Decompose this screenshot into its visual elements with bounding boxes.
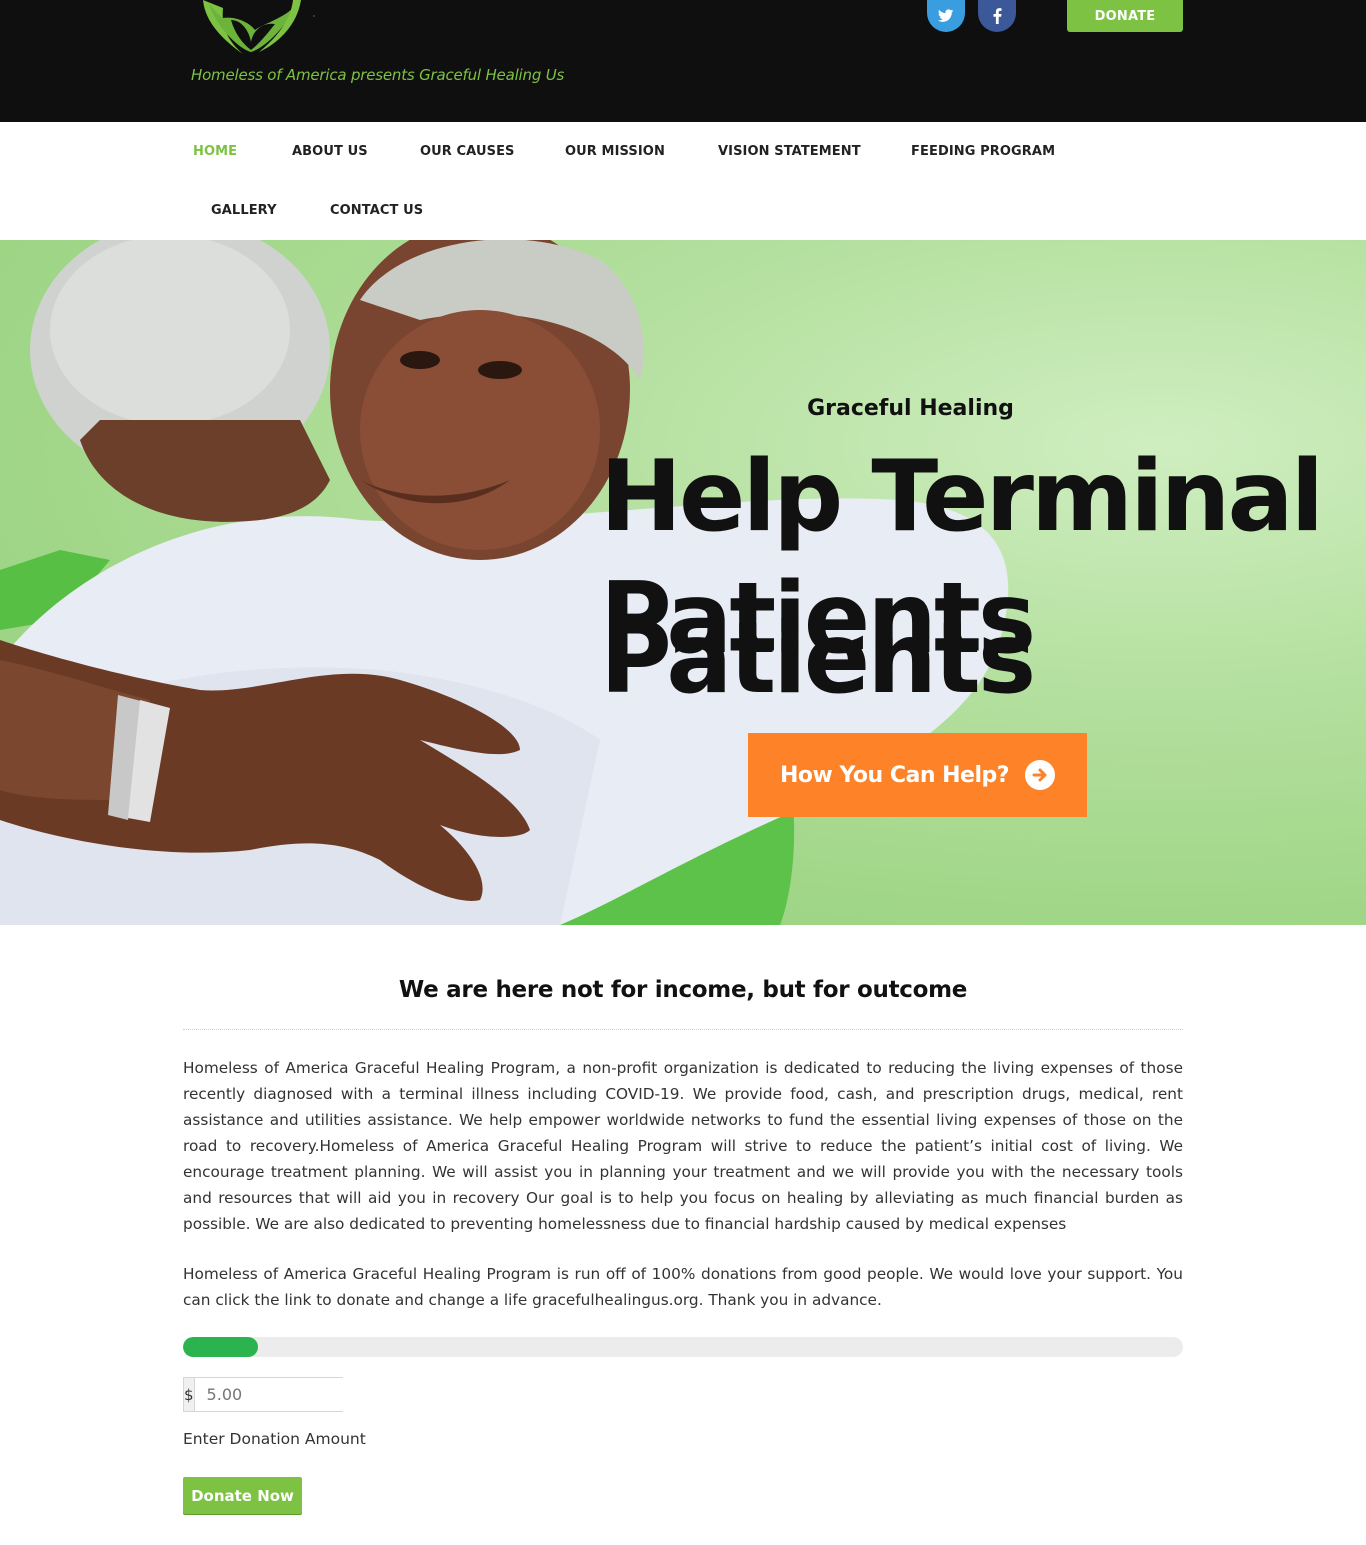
facebook-icon (993, 8, 1001, 24)
nav-item-contact-us[interactable]: CONTACT US (330, 203, 423, 218)
arrow-right-circle-icon (1025, 760, 1056, 790)
donate-now-button[interactable]: Donate Now (183, 1477, 302, 1514)
nav-item-our-causes[interactable]: OUR CAUSES (420, 144, 515, 159)
currency-symbol: $ (184, 1378, 195, 1411)
logo-heart-icon[interactable] (193, 0, 323, 56)
donate-button[interactable]: DONATE (1067, 0, 1183, 32)
twitter-icon (938, 9, 954, 22)
how-you-can-help-button[interactable]: How You Can Help? (748, 733, 1087, 817)
hero-title-line1: Help Terminal (600, 440, 1324, 554)
hero-subtitle: Graceful Healing (807, 396, 1014, 421)
hero-title-line2-echo: Patients (600, 602, 1036, 716)
donation-progress-fill (183, 1337, 258, 1357)
cta-label: How You Can Help? (779, 762, 1010, 788)
nav-item-our-mission[interactable]: OUR MISSION (565, 144, 665, 159)
donation-paragraph: Homeless of America Graceful Healing Pro… (183, 1265, 1183, 1309)
donation-amount-input[interactable] (194, 1378, 419, 1411)
section-title: We are here not for income, but for outc… (398, 977, 968, 1003)
donation-amount-field: $ (183, 1377, 419, 1412)
intro-paragraph: Homeless of America Graceful Healing Pro… (183, 1059, 1183, 1233)
nav-item-gallery[interactable]: GALLERY (211, 203, 277, 218)
twitter-link[interactable] (927, 0, 965, 32)
nav-item-about-us[interactable]: ABOUT US (292, 144, 368, 159)
nav-item-feeding-program[interactable]: FEEDING PROGRAM (911, 144, 1055, 159)
hero-banner: Graceful Healing Help Terminal Patients … (0, 240, 1366, 925)
site-header: Homeless of America presents Graceful He… (0, 0, 1366, 122)
section-divider (183, 1029, 1183, 1030)
facebook-link[interactable] (978, 0, 1016, 32)
donation-amount-label: Enter Donation Amount (183, 1430, 366, 1448)
donation-progress-bar (183, 1337, 1183, 1357)
main-nav: HOME ABOUT US OUR CAUSES OUR MISSION VIS… (0, 122, 1366, 240)
nav-item-home[interactable]: HOME (193, 144, 237, 159)
site-tagline: Homeless of America presents Graceful He… (191, 66, 565, 84)
nav-item-vision-statement[interactable]: VISION STATEMENT (718, 144, 861, 159)
